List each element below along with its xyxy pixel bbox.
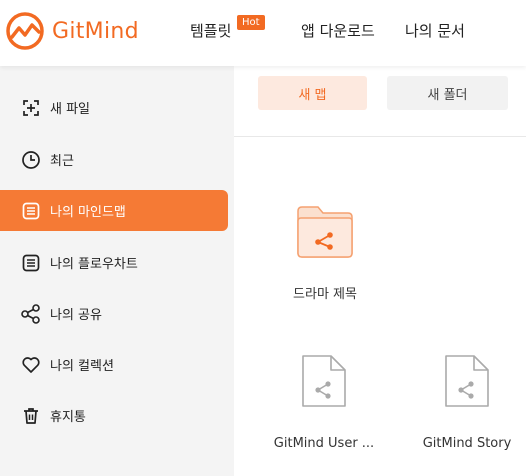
folder-item[interactable]: 드라마 제목: [272, 203, 378, 302]
main-content: 새 맵 새 폴더 드라마 제목 GitMind User ... GitMind…: [234, 66, 526, 476]
nav-templates[interactable]: 템플릿: [190, 20, 231, 41]
clock-icon: [20, 149, 42, 171]
file-name: GitMind Story: [422, 436, 512, 451]
nav-app-download[interactable]: 앱 다운로드: [301, 20, 375, 41]
file-name: 드라마 제목: [293, 287, 357, 302]
sidebar-item-my-mindmaps[interactable]: 나의 마인드맵: [0, 190, 228, 231]
sidebar-item-my-shares[interactable]: 나의 공유: [0, 293, 228, 334]
sidebar-item-label: 최근: [50, 154, 74, 169]
sidebar-item-label: 휴지통: [50, 410, 86, 425]
sidebar: 새 파일 최근 나의 마인드맵 나의 플로우차트 나의 공유 나의 컬렉션 휴지…: [0, 66, 234, 476]
mindmap-file-icon: [302, 355, 346, 407]
mindmap-file-item[interactable]: GitMind User ...: [266, 352, 382, 451]
hot-badge: Hot: [237, 15, 265, 30]
sidebar-item-my-flowcharts[interactable]: 나의 플로우차트: [0, 242, 228, 283]
sidebar-item-label: 나의 공유: [50, 308, 102, 323]
trash-icon: [20, 405, 42, 427]
sidebar-item-my-collection[interactable]: 나의 컬렉션: [0, 344, 228, 385]
file-toolbar: 새 맵 새 폴더: [234, 66, 526, 137]
gitmind-logo-icon: [6, 12, 44, 50]
mindmap-file-item[interactable]: GitMind Story: [412, 352, 522, 451]
list-icon: [20, 200, 42, 222]
sidebar-item-label: 나의 마인드맵: [50, 205, 126, 220]
add-file-icon: [20, 97, 42, 119]
new-map-button[interactable]: 새 맵: [258, 76, 367, 110]
sidebar-item-recent[interactable]: 최근: [0, 139, 228, 180]
new-folder-button[interactable]: 새 폴더: [387, 76, 508, 110]
nav-my-documents[interactable]: 나의 문서: [405, 20, 465, 41]
sidebar-item-label: 나의 플로우차트: [50, 257, 138, 272]
gitmind-logo[interactable]: GitMind: [4, 10, 139, 52]
sidebar-item-label: 새 파일: [50, 102, 91, 117]
sidebar-item-new-file[interactable]: 새 파일: [0, 87, 228, 128]
heart-icon: [20, 354, 42, 376]
sidebar-item-trash[interactable]: 휴지통: [0, 395, 228, 436]
sidebar-item-label: 나의 컬렉션: [50, 359, 114, 374]
top-navigation-bar: GitMind 템플릿 Hot 앱 다운로드 나의 문서: [0, 0, 526, 66]
list-icon: [20, 252, 42, 274]
logo-text: GitMind: [52, 18, 139, 44]
folder-icon: [297, 206, 353, 258]
share-icon: [20, 303, 42, 325]
mindmap-file-icon: [445, 355, 489, 407]
file-name: GitMind User ...: [273, 436, 375, 451]
